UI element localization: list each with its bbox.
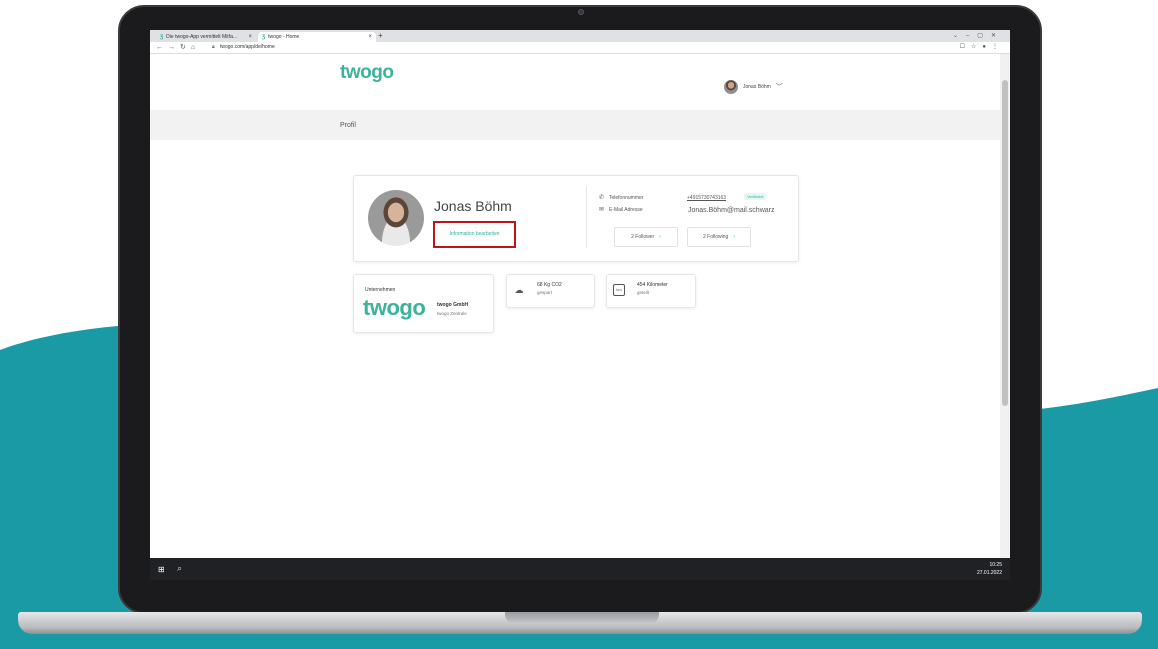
new-tab-button[interactable]: + [378,31,383,40]
stat-value: 454 Kilometer [637,282,668,288]
close-tab-icon[interactable]: × [368,34,372,40]
browser-tab-bar: ʒ Die twogo-App vermittelt Mitfa... × ʒ … [150,30,1010,42]
tab-twogo-article[interactable]: ʒ Die twogo-App vermittelt Mitfa... × [156,32,256,42]
twogo-logo[interactable]: twogo [340,62,394,84]
profile-card: Jonas Böhm Information bearbeiten ✆ Tele… [353,175,799,262]
mail-icon: ✉ [599,207,605,213]
clock-time: 10:25 [989,562,1002,568]
following-button[interactable]: 2 Following › [687,227,751,247]
company-label: Unternehmen [365,287,396,293]
company-name: twogo GmbH [437,302,469,308]
km-icon: km [613,284,625,296]
chevron-right-icon: › [733,234,735,240]
edit-information-link[interactable]: Information bearbeiten [433,221,516,248]
email-label: E-Mail Adresse [609,207,643,213]
co2-stat-card: ☁ 68 Kg CO2 gespart [506,274,595,308]
stat-sub: geteilt [637,290,650,295]
twogo-favicon-icon: ʒ [262,34,266,40]
profile-name: Jonas Böhm [434,198,512,214]
company-card: Unternehmen twogo twogo GmbH twogo Zentr… [353,274,494,333]
navigation-icons[interactable]: ←→↻⌂ [156,43,200,51]
page-title: Profil [340,122,356,129]
url-text[interactable]: twogo.com/app/de/home [220,44,275,50]
company-logo: twogo [363,295,426,320]
system-clock[interactable]: 10:25 27.01.2022 [977,561,1002,577]
stage: ʒ Die twogo-App vermittelt Mitfa... × ʒ … [0,0,1158,649]
lock-icon: 🔒︎ [212,44,215,50]
tab-title: twogo - Home [268,34,300,40]
laptop-opening-notch [505,612,659,624]
profile-avatar [368,190,424,246]
stat-sub: gespart [537,290,553,295]
email-value: Jonas.Böhm@mail.schwarz [688,207,775,214]
scrollbar-thumb[interactable] [1002,80,1008,406]
follower-label: 2 Follower [631,234,655,240]
section-bar: Profil [150,110,1000,140]
webcam-icon [578,9,584,15]
tab-twogo-home[interactable]: ʒ twogo - Home × [258,32,376,42]
user-menu[interactable]: Jonas Böhm ﹀ [724,80,783,94]
clock-date: 27.01.2022 [976,570,1002,576]
chevron-down-icon: ﹀ [775,84,783,91]
user-menu-name: Jonas Böhm [743,84,771,90]
web-page: twogo Jonas Böhm ﹀ Profil Jonas Böhm Inf… [150,54,1000,558]
windows-start-icon[interactable]: ⊞ [158,565,165,574]
avatar [724,80,738,94]
chevron-right-icon: › [659,234,661,240]
stat-value: 68 Kg CO2 [537,282,562,288]
km-stat-card: km 454 Kilometer geteilt [606,274,696,308]
browser-action-icons[interactable]: ☐☆●⋮ [960,43,1004,50]
address-bar: ←→↻⌂ 🔒︎ twogo.com/app/de/home ☐☆●⋮ [150,42,1010,54]
search-icon[interactable]: ⌕ [177,563,182,574]
taskbar: ⊞ ⌕ 10:25 27.01.2022 [150,558,1010,580]
close-tab-icon[interactable]: × [248,34,252,40]
verified-badge: Verifiziert [744,193,767,200]
following-label: 2 Following [703,234,729,240]
company-location: twogo Zentrale [437,311,467,316]
follower-button[interactable]: 2 Follower › [614,227,678,247]
twogo-favicon-icon: ʒ [160,34,164,40]
phone-icon: ✆ [599,195,605,201]
screen: ʒ Die twogo-App vermittelt Mitfa... × ʒ … [150,30,1010,580]
co2-cloud-icon: ☁ [514,285,524,295]
window-controls[interactable]: ⌄–▢✕ [953,32,1004,39]
phone-label: Telefonnummer [609,195,644,201]
phone-value[interactable]: +4915730743163 [687,195,726,201]
tab-title: Die twogo-App vermittelt Mitfa... [166,34,238,40]
divider [586,186,587,248]
